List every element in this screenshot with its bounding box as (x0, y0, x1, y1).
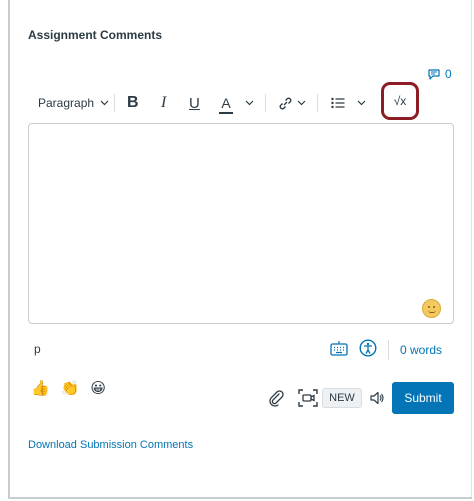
accessibility-checker-icon[interactable] (359, 339, 377, 357)
text-color-button[interactable]: A (219, 86, 254, 120)
attachment-icon[interactable] (268, 389, 284, 407)
underline-button[interactable]: U (189, 86, 200, 120)
word-count[interactable]: 0 words (400, 343, 442, 357)
toolbar-divider (114, 94, 115, 112)
comment-editor[interactable] (28, 123, 454, 324)
link-button[interactable] (278, 86, 306, 120)
element-path[interactable]: p (34, 342, 41, 356)
chevron-down-icon (357, 100, 366, 106)
rich-text-toolbar: Paragraph B I U A √x (28, 82, 454, 120)
panel-bottom-border (8, 497, 472, 499)
panel-right-border (471, 0, 472, 498)
editor-status-bar: p 0 words (28, 338, 454, 362)
link-icon (279, 97, 292, 109)
block-format-dropdown[interactable]: Paragraph (38, 86, 109, 120)
submit-button[interactable]: Submit (392, 382, 454, 414)
speaker-icon[interactable] (369, 390, 385, 406)
clapping-emoji-button[interactable]: 👏 (61, 379, 80, 397)
comment-icon (428, 68, 440, 80)
keyboard-shortcuts-icon[interactable] (330, 340, 348, 358)
status-divider (388, 340, 389, 360)
toolbar-divider (317, 94, 318, 112)
bold-button[interactable]: B (127, 86, 139, 120)
download-submission-comments-link[interactable]: Download Submission Comments (28, 439, 193, 451)
block-format-value: Paragraph (38, 96, 95, 110)
bullet-list-icon (331, 97, 345, 109)
section-title: Assignment Comments (28, 28, 163, 42)
grinning-emoji-button[interactable]: 😀 (90, 379, 106, 397)
chevron-down-icon (245, 100, 254, 106)
emoji-picker-icon[interactable] (422, 299, 441, 318)
comment-count-value: 0 (445, 67, 452, 81)
equation-icon: √x (393, 94, 407, 108)
italic-button[interactable]: I (161, 86, 166, 120)
list-button[interactable] (331, 86, 366, 120)
chevron-down-icon (100, 100, 109, 106)
toolbar-divider (265, 94, 266, 112)
text-color-swatch (219, 112, 233, 114)
comment-count-button[interactable]: 0 (428, 67, 452, 81)
new-feature-badge: NEW (322, 388, 362, 408)
assignment-comments-panel: Assignment Comments 0 Paragraph B I U A (0, 0, 474, 501)
chevron-down-icon (297, 100, 306, 106)
equation-button[interactable]: √x (381, 82, 419, 120)
text-color-label: A (221, 95, 231, 111)
media-capture-icon[interactable] (298, 388, 318, 408)
quick-emoji-bar: 👍 👏 😀 (31, 379, 106, 397)
thumbs-up-emoji-button[interactable]: 👍 (31, 379, 50, 397)
panel-left-border (8, 0, 10, 498)
